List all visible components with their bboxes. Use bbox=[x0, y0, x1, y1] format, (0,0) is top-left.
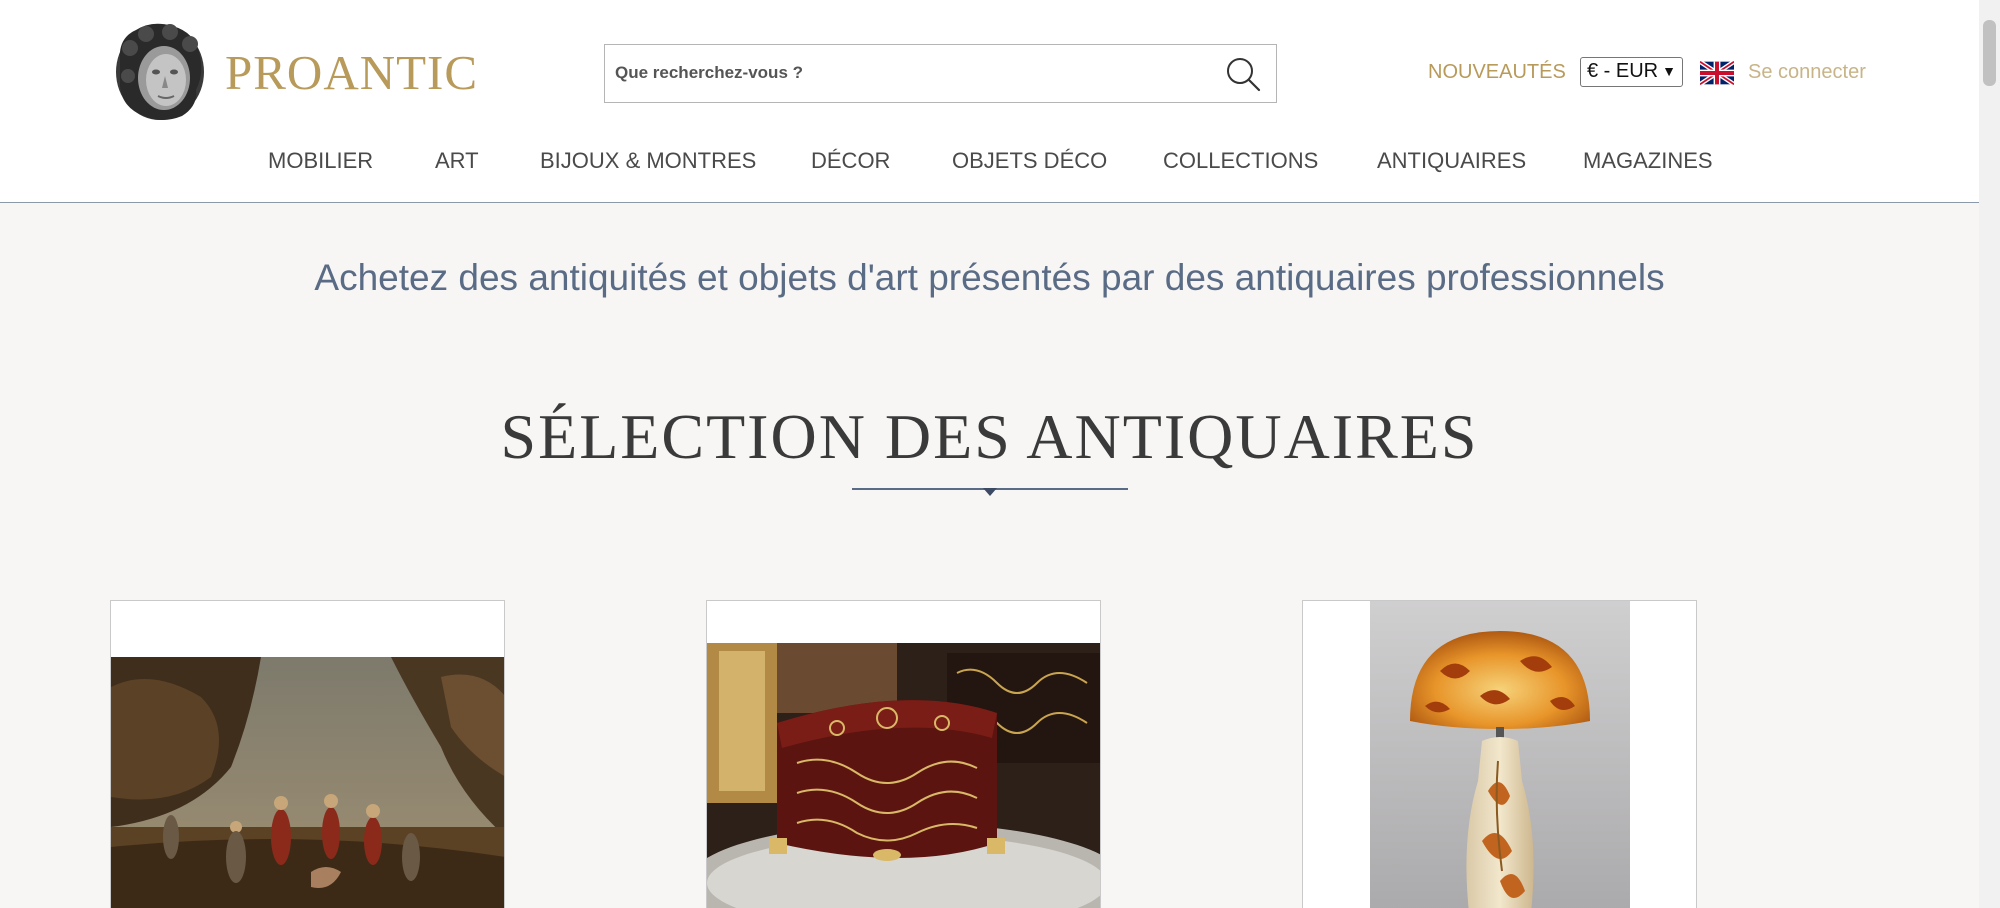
uk-flag-icon[interactable] bbox=[1700, 61, 1734, 85]
login-link[interactable]: Se connecter bbox=[1748, 61, 1866, 84]
currency-select[interactable]: € - EUR ▼ bbox=[1580, 57, 1683, 87]
nav-item-objets-deco[interactable]: OBJETS DÉCO bbox=[952, 148, 1107, 174]
boulle-box-card[interactable] bbox=[706, 600, 1101, 908]
currency-value: € - EUR bbox=[1587, 60, 1659, 82]
nav-item-magazines[interactable]: MAGAZINES bbox=[1583, 148, 1713, 174]
nav-item-mobilier[interactable]: MOBILIER bbox=[268, 148, 373, 174]
nav-item-antiquaires[interactable]: ANTIQUAIRES bbox=[1377, 148, 1526, 174]
nav-item-art[interactable]: ART bbox=[435, 148, 479, 174]
logo-text[interactable]: PROANTIC bbox=[225, 44, 478, 101]
tagline: Achetez des antiquités et objets d'art p… bbox=[314, 257, 1665, 298]
section-title: SÉLECTION DES ANTIQUAIRES bbox=[500, 401, 1479, 472]
boulle-box-image bbox=[707, 643, 1100, 908]
search-icon[interactable] bbox=[1224, 55, 1262, 93]
page-scrollbar[interactable] bbox=[1979, 0, 2000, 908]
cherub-head-logo[interactable] bbox=[112, 20, 208, 122]
new-arrivals-link[interactable]: NOUVEAUTÉS bbox=[1428, 61, 1566, 84]
nav-item-collections[interactable]: COLLECTIONS bbox=[1163, 148, 1318, 174]
scrollbar-thumb[interactable] bbox=[1983, 20, 1996, 86]
divider-ornament-icon bbox=[983, 488, 997, 496]
site-header: PROANTIC NOUVEAUTÉS € - EUR ▼ Se connect… bbox=[0, 0, 1979, 203]
galle-lamp-image bbox=[1370, 601, 1630, 908]
nav-item-decor[interactable]: DÉCOR bbox=[811, 148, 890, 174]
search-box bbox=[604, 44, 1277, 103]
chevron-down-icon: ▼ bbox=[1662, 63, 1676, 79]
search-input[interactable] bbox=[615, 45, 1205, 101]
main-nav: MOBILIER ART BIJOUX & MONTRES DÉCOR OBJE… bbox=[0, 148, 1979, 178]
painting-card[interactable] bbox=[110, 600, 505, 908]
painting-image bbox=[111, 657, 504, 908]
galle-lamp-card[interactable] bbox=[1302, 600, 1697, 908]
nav-item-bijoux-montres[interactable]: BIJOUX & MONTRES bbox=[540, 148, 756, 174]
